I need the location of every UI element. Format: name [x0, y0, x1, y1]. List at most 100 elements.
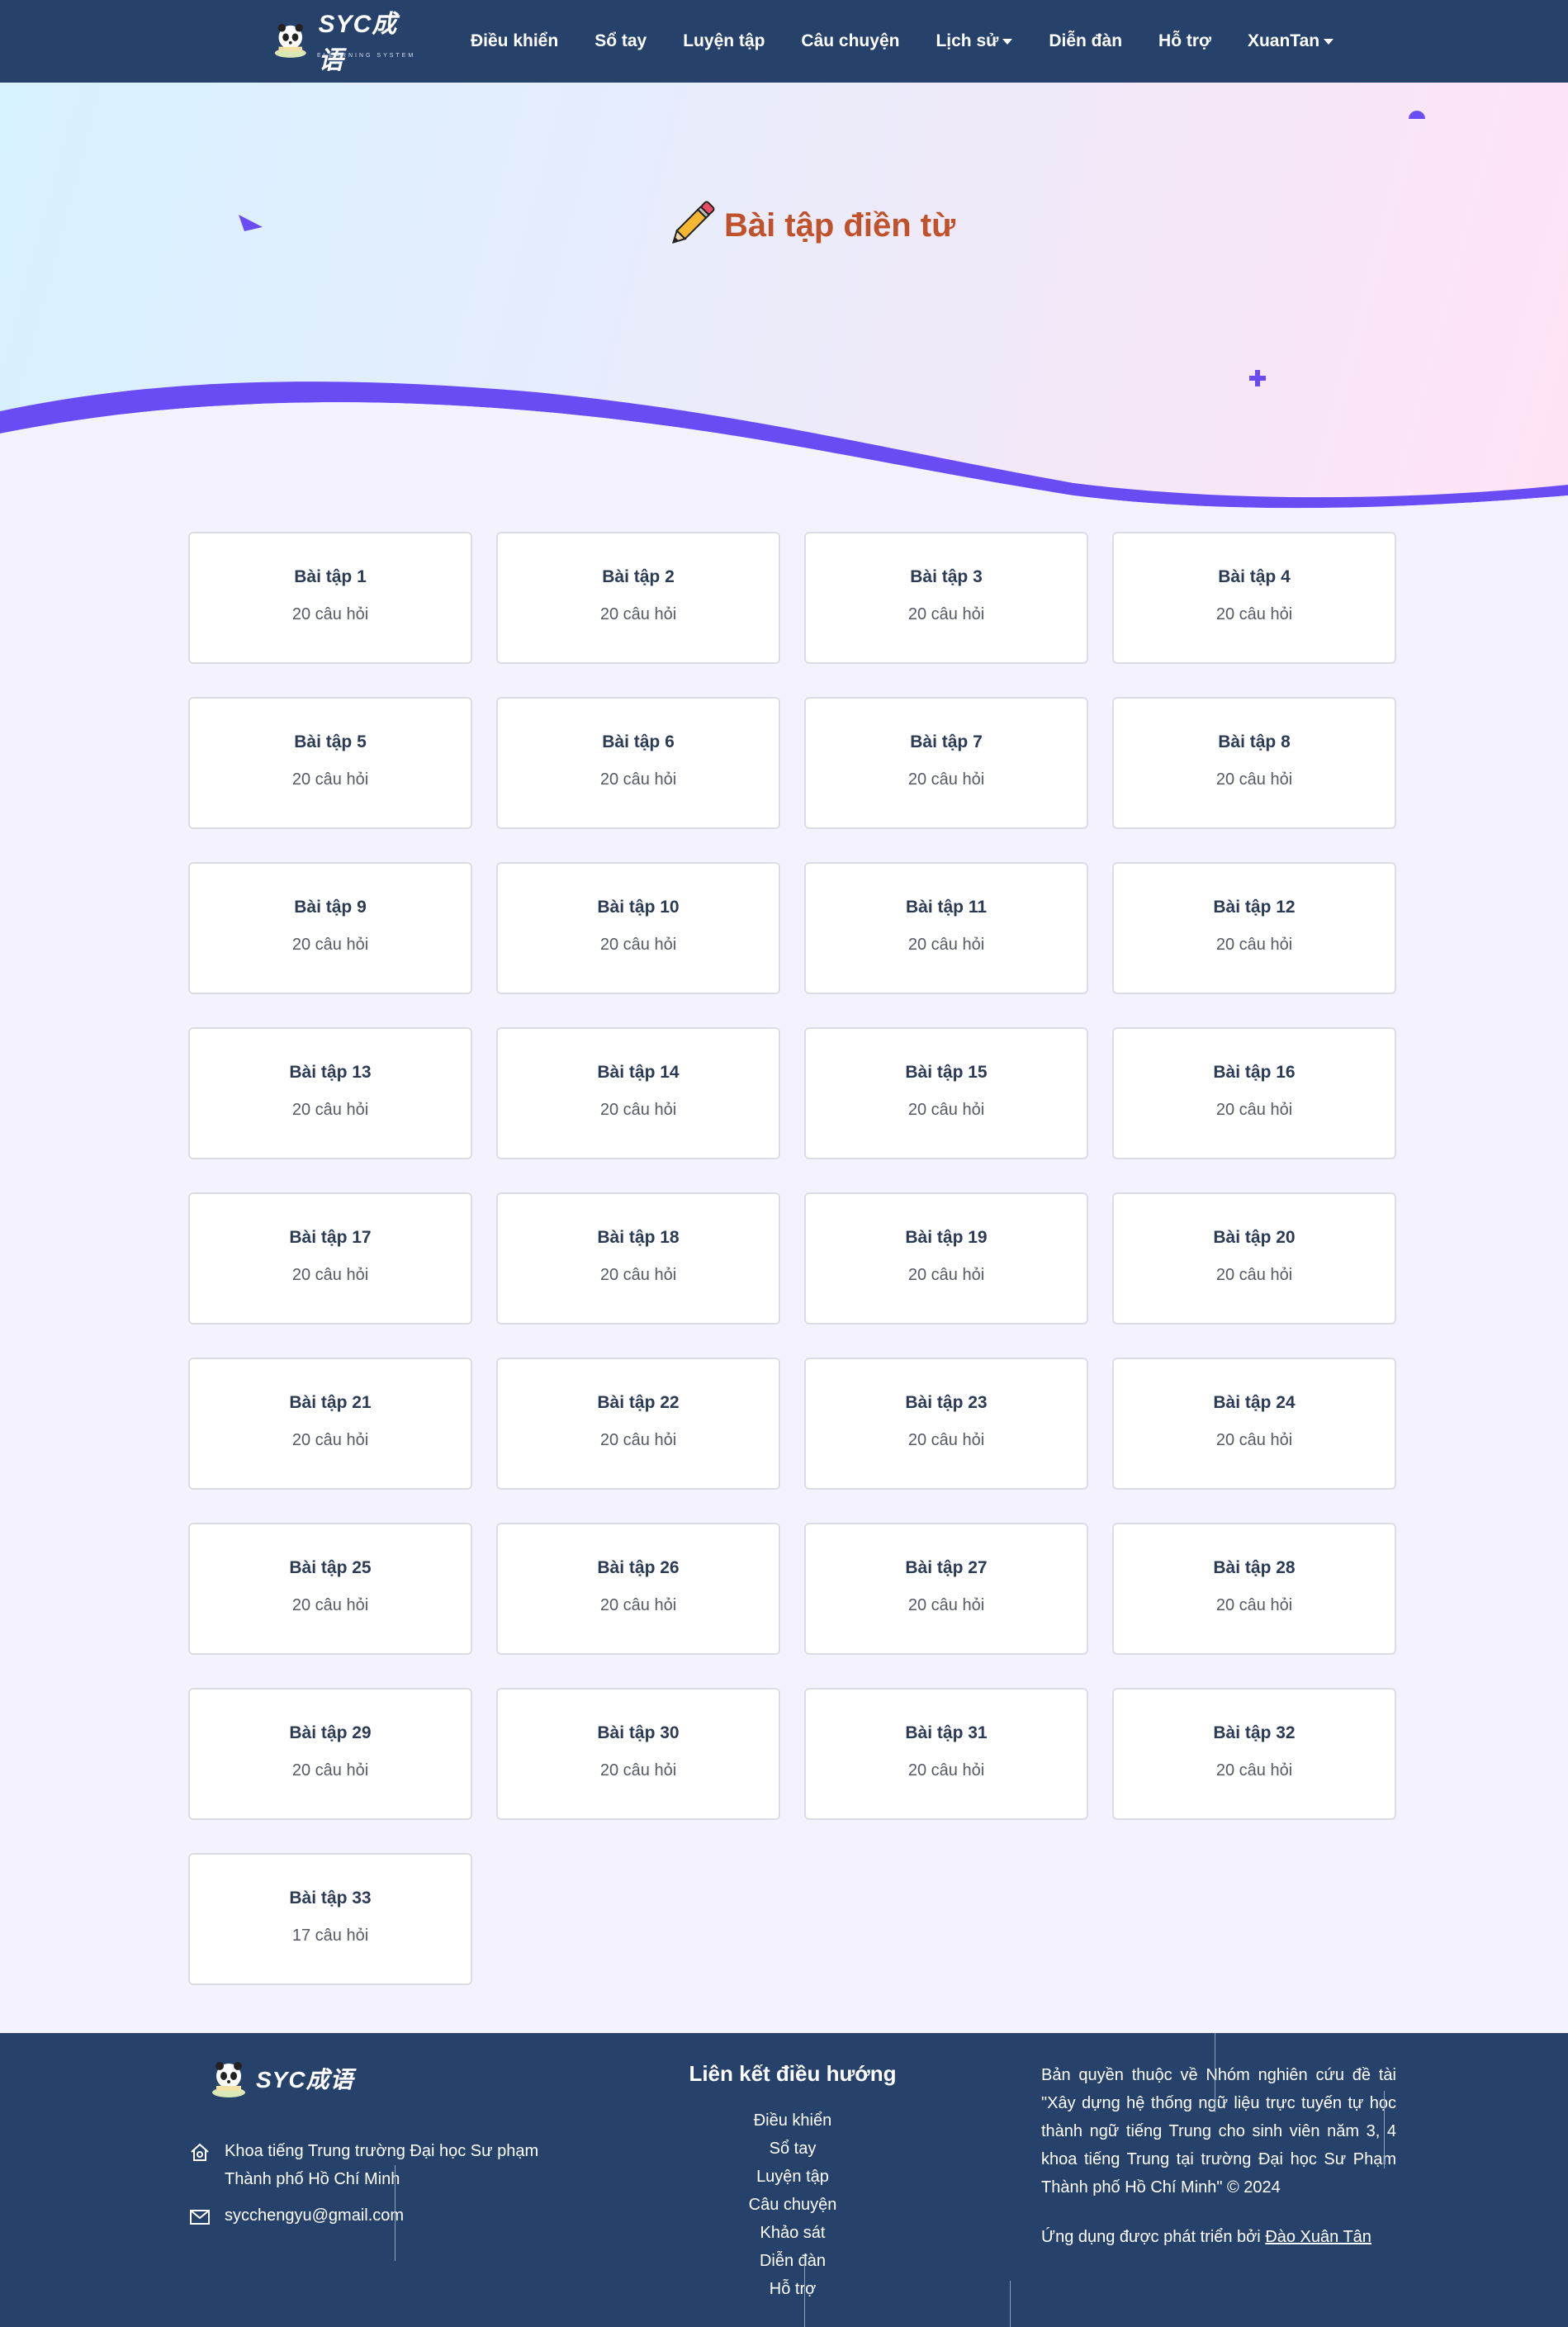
- nav-item-dien-dan[interactable]: Diễn đàn: [1030, 31, 1140, 51]
- exercise-card[interactable]: Bài tập 27 20 câu hỏi: [804, 1523, 1088, 1655]
- exercise-card[interactable]: Bài tập 4 20 câu hỏi: [1112, 532, 1396, 664]
- nav-item-luyen-tap[interactable]: Luyện tập: [665, 31, 783, 51]
- exercise-card[interactable]: Bài tập 6 20 câu hỏi: [496, 697, 780, 829]
- exercise-card[interactable]: Bài tập 28 20 câu hỏi: [1112, 1523, 1396, 1655]
- exercise-title: Bài tập 30: [597, 1723, 680, 1742]
- nav-item-lich-su-dropdown[interactable]: Lịch sử: [917, 31, 1030, 51]
- exercise-question-count: 20 câu hỏi: [291, 1265, 369, 1284]
- exercise-title: Bài tập 15: [905, 1062, 988, 1082]
- exercise-card[interactable]: Bài tập 32 20 câu hỏi: [1112, 1688, 1396, 1820]
- exercise-title: Bài tập 26: [597, 1557, 680, 1577]
- exercise-title: Bài tập 6: [602, 732, 675, 751]
- footer-developer: Ứng dụng được phát triển bởi Đào Xuân Tâ…: [1041, 2228, 1371, 2247]
- exercise-card[interactable]: Bài tập 24 20 câu hỏi: [1112, 1358, 1396, 1490]
- footer-link-luyen-tap[interactable]: Luyện tập: [644, 2163, 941, 2191]
- exercise-card[interactable]: Bài tập 11 20 câu hỏi: [804, 862, 1088, 994]
- exercise-card[interactable]: Bài tập 21 20 câu hỏi: [188, 1358, 472, 1490]
- nav-item-user-dropdown[interactable]: XuanTan: [1229, 31, 1352, 51]
- caret-down-icon: [1002, 38, 1013, 45]
- exercise-title: Bài tập 5: [294, 732, 367, 751]
- exercise-title: Bài tập 21: [289, 1392, 372, 1412]
- exercise-title: Bài tập 28: [1213, 1557, 1296, 1577]
- exercise-question-count: 20 câu hỏi: [599, 604, 677, 623]
- exercise-card[interactable]: Bài tập 12 20 câu hỏi: [1112, 862, 1396, 994]
- footer-email-text[interactable]: sycchengyu@gmail.com: [225, 2206, 404, 2225]
- exercise-card[interactable]: Bài tập 13 20 câu hỏi: [188, 1027, 472, 1159]
- exercise-card[interactable]: Bài tập 1 20 câu hỏi: [188, 532, 472, 664]
- footer-link-khao-sat[interactable]: Khảo sát: [644, 2219, 941, 2247]
- exercise-question-count: 20 câu hỏi: [291, 770, 369, 789]
- exercise-card[interactable]: Bài tập 3 20 câu hỏi: [804, 532, 1088, 664]
- nav-item-so-tay[interactable]: Sổ tay: [576, 31, 665, 51]
- exercise-title: Bài tập 29: [289, 1723, 372, 1742]
- footer-link-dieu-khien[interactable]: Điều khiển: [644, 2107, 941, 2135]
- exercise-question-count: 20 câu hỏi: [599, 1100, 677, 1119]
- nav-item-ho-tro[interactable]: Hỗ trợ: [1140, 31, 1229, 51]
- exercise-question-count: 20 câu hỏi: [599, 1430, 677, 1449]
- exercise-title: Bài tập 9: [294, 897, 367, 917]
- exercise-question-count: 20 câu hỏi: [291, 935, 369, 954]
- exercise-card[interactable]: Bài tập 22 20 câu hỏi: [496, 1358, 780, 1490]
- exercise-title: Bài tập 11: [905, 897, 988, 917]
- exercise-card[interactable]: Bài tập 14 20 câu hỏi: [496, 1027, 780, 1159]
- exercise-title: Bài tập 2: [602, 566, 675, 586]
- exercise-card[interactable]: Bài tập 33 17 câu hỏi: [188, 1853, 472, 1985]
- navbar: SYC成语 ELEARNING SYSTEM Điều khiển Sổ tay…: [0, 0, 1568, 83]
- brand-tagline: ELEARNING SYSTEM: [317, 53, 416, 59]
- pencil-icon: [671, 201, 715, 244]
- exercise-card[interactable]: Bài tập 5 20 câu hỏi: [188, 697, 472, 829]
- divider-line: [1010, 2281, 1011, 2327]
- exercise-title: Bài tập 27: [905, 1557, 988, 1577]
- exercise-card[interactable]: Bài tập 30 20 câu hỏi: [496, 1688, 780, 1820]
- footer-link-ho-tro[interactable]: Hỗ trợ: [644, 2275, 941, 2303]
- exercise-question-count: 20 câu hỏi: [599, 935, 677, 954]
- divider-line: [395, 2165, 396, 2261]
- exercise-card[interactable]: Bài tập 17 20 câu hỏi: [188, 1192, 472, 1325]
- exercise-title: Bài tập 16: [1213, 1062, 1296, 1082]
- nav-item-dieu-khien[interactable]: Điều khiển: [452, 31, 576, 51]
- exercise-card[interactable]: Bài tập 8 20 câu hỏi: [1112, 697, 1396, 829]
- exercise-card[interactable]: Bài tập 19 20 câu hỏi: [804, 1192, 1088, 1325]
- nav-item-cau-chuyen[interactable]: Câu chuyện: [783, 31, 917, 51]
- exercise-card[interactable]: Bài tập 29 20 câu hỏi: [188, 1688, 472, 1820]
- page-title: Bài tập điền từ: [0, 198, 1568, 253]
- exercise-question-count: 20 câu hỏi: [1215, 1761, 1293, 1780]
- caret-down-icon: [1324, 38, 1334, 45]
- exercise-card[interactable]: Bài tập 9 20 câu hỏi: [188, 862, 472, 994]
- exercise-title: Bài tập 14: [597, 1062, 680, 1082]
- exercise-card[interactable]: Bài tập 18 20 câu hỏi: [496, 1192, 780, 1325]
- panda-mascot-icon: [212, 2062, 245, 2097]
- exercise-card[interactable]: Bài tập 2 20 câu hỏi: [496, 532, 780, 664]
- exercise-title: Bài tập 24: [1213, 1392, 1296, 1412]
- footer-address: Khoa tiếng Trung trường Đại học Sư phạm …: [188, 2137, 568, 2193]
- exercise-card[interactable]: Bài tập 25 20 câu hỏi: [188, 1523, 472, 1655]
- footer-address-text: Khoa tiếng Trung trường Đại học Sư phạm …: [225, 2142, 539, 2188]
- exercise-question-count: 20 câu hỏi: [599, 1761, 677, 1780]
- exercise-card[interactable]: Bài tập 23 20 câu hỏi: [804, 1358, 1088, 1490]
- nav-label: Diễn đàn: [1049, 31, 1123, 50]
- nav-label: XuanTan: [1247, 31, 1320, 50]
- developer-link[interactable]: Đào Xuân Tân: [1265, 2228, 1371, 2246]
- footer-link-so-tay[interactable]: Sổ tay: [644, 2135, 941, 2163]
- exercise-card[interactable]: Bài tập 7 20 câu hỏi: [804, 697, 1088, 829]
- exercise-question-count: 20 câu hỏi: [907, 1761, 985, 1780]
- footer-links-title: Liên kết điều hướng: [689, 2061, 897, 2086]
- footer-logo[interactable]: SYC成语: [208, 2054, 373, 2103]
- footer-link-cau-chuyen[interactable]: Câu chuyện: [644, 2191, 941, 2219]
- exercise-card[interactable]: Bài tập 10 20 câu hỏi: [496, 862, 780, 994]
- exercise-question-count: 20 câu hỏi: [1215, 604, 1293, 623]
- exercise-card[interactable]: Bài tập 26 20 câu hỏi: [496, 1523, 780, 1655]
- exercise-question-count: 20 câu hỏi: [599, 1265, 677, 1284]
- exercise-title: Bài tập 18: [597, 1227, 680, 1247]
- brand-logo[interactable]: SYC成语 ELEARNING SYSTEM: [271, 11, 418, 74]
- exercise-card[interactable]: Bài tập 15 20 câu hỏi: [804, 1027, 1088, 1159]
- hero-wave-decoration: [0, 111, 1568, 512]
- main-nav: Điều khiển Sổ tay Luyện tập Câu chuyện L…: [452, 0, 1352, 83]
- exercise-title: Bài tập 1: [294, 566, 367, 586]
- footer-link-dien-dan[interactable]: Diễn đàn: [644, 2247, 941, 2275]
- exercise-card[interactable]: Bài tập 16 20 câu hỏi: [1112, 1027, 1396, 1159]
- exercise-card[interactable]: Bài tập 20 20 câu hỏi: [1112, 1192, 1396, 1325]
- exercise-card[interactable]: Bài tập 31 20 câu hỏi: [804, 1688, 1088, 1820]
- exercise-question-count: 20 câu hỏi: [907, 1100, 985, 1119]
- exercise-title: Bài tập 32: [1213, 1723, 1296, 1742]
